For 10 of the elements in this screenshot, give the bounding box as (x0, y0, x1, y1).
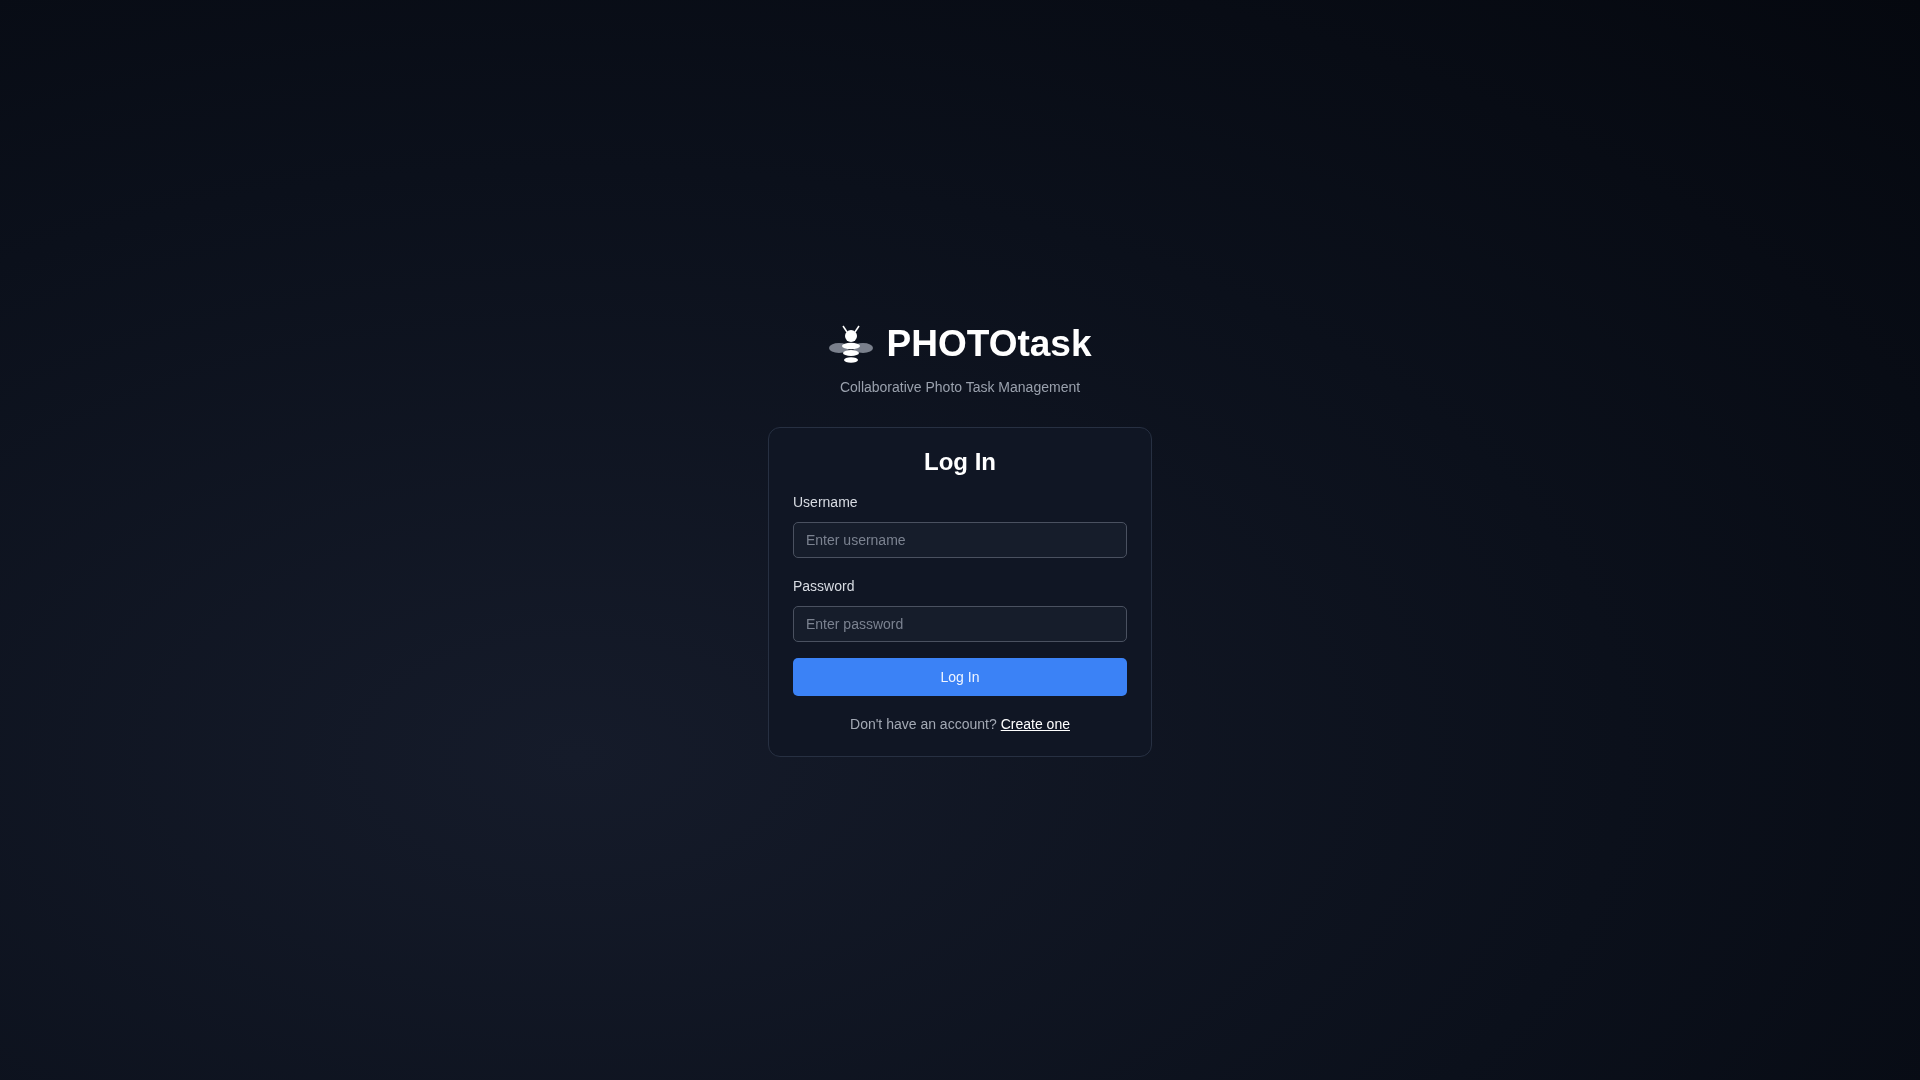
input-field[interactable]: Enter username (793, 522, 1127, 558)
input-field[interactable]: Enter password (793, 606, 1127, 642)
signup-link[interactable]: Create one (1000, 716, 1070, 732)
form-title: Log In (924, 448, 996, 476)
field-label: Username (793, 494, 858, 510)
app-title: PHOTOtask (886, 323, 1092, 365)
prompt-text: Don't have an account? (850, 716, 997, 732)
tagline: Collaborative Photo Task Management (839, 379, 1081, 395)
bee-icon (828, 324, 873, 364)
field-label: Password (793, 578, 855, 594)
